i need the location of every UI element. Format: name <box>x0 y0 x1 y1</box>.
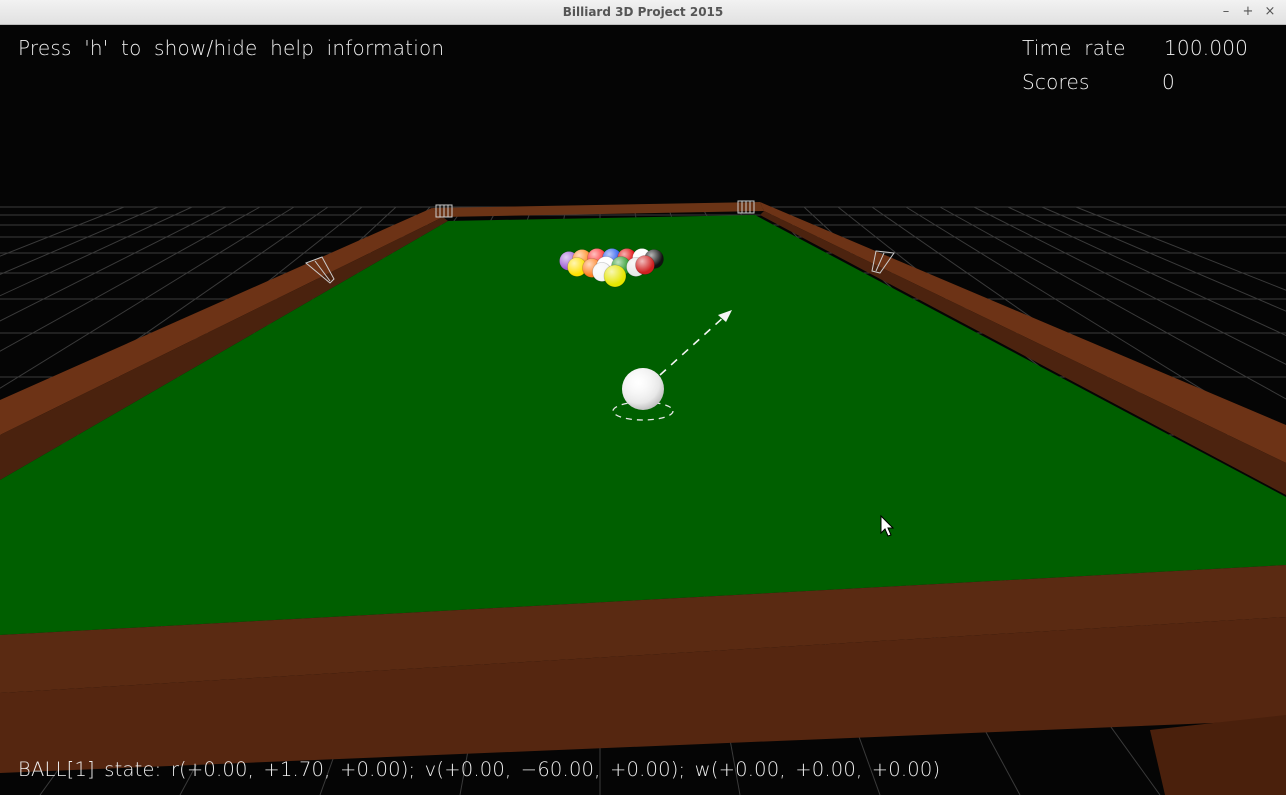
scene-3d <box>0 200 1286 795</box>
close-button[interactable]: × <box>1261 3 1279 21</box>
help-hint: Press 'h' to show/hide help information <box>18 36 445 60</box>
maximize-button[interactable]: + <box>1239 3 1257 21</box>
game-viewport[interactable]: Press 'h' to show/hide help information … <box>0 25 1286 795</box>
scores-value: 0 <box>1162 70 1175 94</box>
app-window: Billiard 3D Project 2015 – + × Press 'h'… <box>0 0 1286 795</box>
time-rate-label: Time rate <box>1022 36 1126 60</box>
time-rate-value: 100.000 <box>1164 36 1249 60</box>
pool-table <box>0 200 1286 795</box>
window-title: Billiard 3D Project 2015 <box>562 5 724 19</box>
minimize-button[interactable]: – <box>1217 3 1235 21</box>
felt-surface <box>0 215 1286 635</box>
ball-state-readout: BALL[1] state: r(+0.00, +1.70, +0.00); v… <box>18 758 941 781</box>
scores-label: Scores <box>1022 70 1090 94</box>
racked-ball-highlight <box>635 255 655 275</box>
table-leg <box>1150 715 1286 795</box>
title-bar[interactable]: Billiard 3D Project 2015 – + × <box>0 0 1286 25</box>
racked-ball-highlight <box>604 265 626 287</box>
